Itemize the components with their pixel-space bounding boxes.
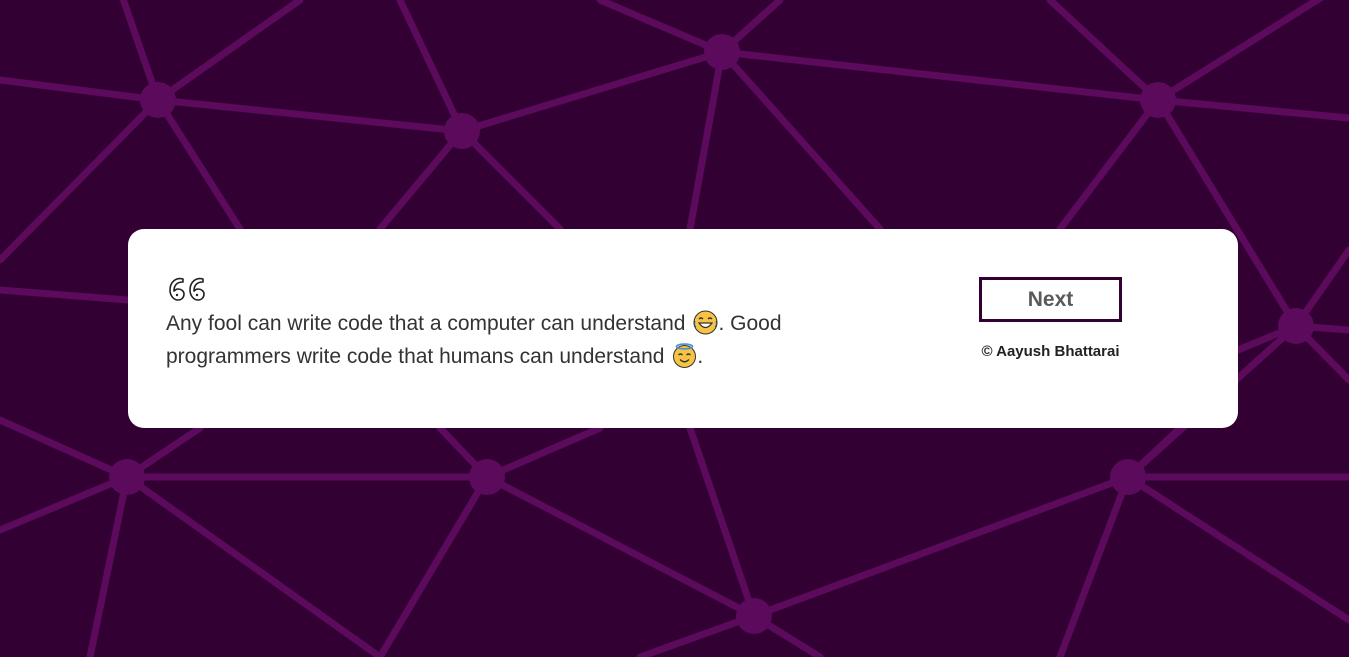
network-line: [376, 473, 491, 657]
network-line: [1056, 96, 1162, 233]
quote-text: Any fool can write code that a computer …: [166, 307, 846, 373]
network-line: [636, 612, 758, 657]
network-node: [1278, 308, 1314, 344]
network-line: [1056, 473, 1132, 657]
network-line: [718, 48, 1162, 104]
network-line: [0, 473, 131, 534]
network-line: [483, 424, 604, 481]
quote-card: Any fool can write code that a computer …: [128, 229, 1238, 428]
network-line: [686, 48, 726, 233]
next-button[interactable]: Next: [979, 277, 1122, 322]
network-line: [0, 416, 131, 481]
network-node: [1110, 459, 1146, 495]
smiling-halo-emoji-icon: [673, 343, 697, 368]
network-line: [458, 48, 726, 135]
network-node: [444, 113, 480, 149]
quote-text-part-3: .: [697, 345, 704, 368]
network-line: [718, 48, 884, 233]
network-node: [736, 598, 772, 634]
network-line: [596, 0, 726, 56]
network-node: [109, 459, 145, 495]
network-node: [704, 34, 740, 70]
network-node: [140, 82, 176, 118]
network-line: [1154, 96, 1349, 122]
network-line: [86, 473, 131, 657]
network-line: [1154, 0, 1324, 104]
network-line: [154, 0, 304, 104]
network-line: [154, 96, 466, 135]
network-line: [1046, 0, 1162, 104]
network-line: [458, 127, 564, 233]
network-node: [469, 459, 505, 495]
network-line: [396, 0, 466, 135]
network-line: [1124, 473, 1349, 624]
author-credit: © Aayush Bhattarai: [981, 343, 1120, 360]
quote-text-part-1: Any fool can write code that a computer …: [166, 312, 686, 335]
network-line: [0, 76, 162, 104]
network-line: [750, 473, 1132, 620]
network-line: [154, 96, 244, 233]
quote-open-icon: [169, 277, 205, 301]
network-node: [1140, 82, 1176, 118]
network-line: [123, 473, 384, 657]
network-line: [376, 127, 466, 233]
laughing-tears-emoji-icon: [693, 310, 718, 335]
network-line: [0, 286, 132, 304]
